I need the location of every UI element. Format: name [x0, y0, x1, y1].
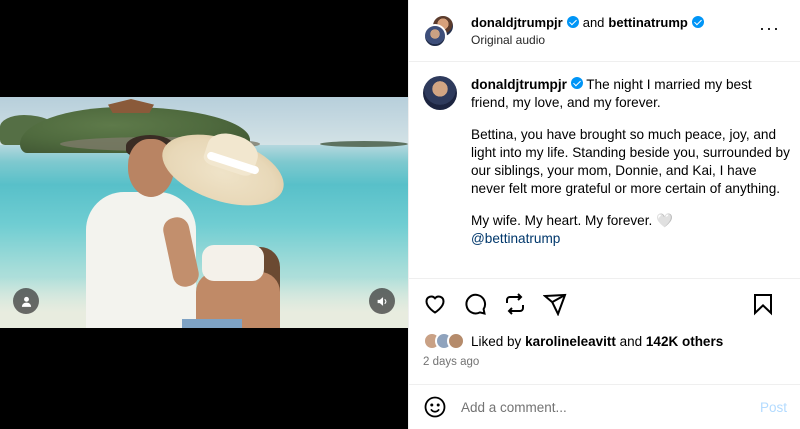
- post-comment-button[interactable]: Post: [760, 400, 787, 415]
- caption-paragraph-2: Bettina, you have brought so much peace,…: [471, 127, 790, 196]
- author-username-link[interactable]: donaldjtrumpjr: [471, 15, 563, 30]
- caption-paragraph-3: My wife. My heart. My forever. 🤍 @bettin…: [471, 212, 791, 248]
- header-authors: donaldjtrumpjr and bettinatrump: [471, 15, 704, 30]
- caption-line3: My wife. My heart. My forever.: [471, 213, 653, 228]
- avatar: [447, 332, 465, 350]
- avatar: [423, 23, 447, 48]
- post-video[interactable]: [0, 97, 408, 328]
- post-caption: donaldjtrumpjr The night I married my be…: [423, 76, 793, 248]
- bookmark-icon[interactable]: [751, 292, 775, 316]
- white-heart-emoji: 🤍: [656, 213, 674, 228]
- caption-first-paragraph: donaldjtrumpjr The night I married my be…: [471, 76, 791, 112]
- likes-prefix: Liked by: [471, 333, 522, 349]
- action-icons-row: [409, 279, 800, 329]
- more-options-icon[interactable]: ···: [759, 18, 780, 39]
- likes-count-link[interactable]: 142K others: [646, 334, 723, 349]
- comment-icon[interactable]: [463, 292, 487, 316]
- avatar[interactable]: [423, 76, 457, 110]
- likes-and: and: [619, 333, 643, 349]
- collab-avatars[interactable]: [423, 13, 457, 48]
- liker-username-link[interactable]: karolineleavitt: [525, 334, 616, 349]
- likes-summary: Liked by karolineleavitt and 142K others: [409, 329, 800, 353]
- video-island-far: [320, 141, 408, 147]
- share-icon[interactable]: [543, 292, 567, 316]
- verified-icon: [691, 16, 704, 28]
- collaborator-username-link[interactable]: bettinatrump: [608, 15, 687, 30]
- post-side-panel: donaldjtrumpjr and bettinatrump Original…: [408, 0, 800, 429]
- caption-body: donaldjtrumpjr The night I married my be…: [471, 76, 791, 248]
- audio-icon[interactable]: [369, 288, 395, 314]
- comment-bar: Post: [409, 384, 800, 429]
- verified-icon: [566, 16, 579, 28]
- mention-link[interactable]: @bettinatrump: [471, 231, 560, 246]
- liker-avatars[interactable]: [423, 332, 465, 350]
- post-actions: Liked by karolineleavitt and 142K others…: [409, 278, 800, 368]
- video-shorts: [182, 319, 242, 328]
- user-tag-icon[interactable]: [13, 288, 39, 314]
- conjunction-text: and: [582, 14, 605, 30]
- verified-icon: [570, 77, 583, 89]
- header-text: donaldjtrumpjr and bettinatrump Original…: [471, 15, 704, 47]
- instagram-post-view: donaldjtrumpjr and bettinatrump Original…: [0, 0, 800, 429]
- comment-input[interactable]: [461, 399, 750, 415]
- post-header: donaldjtrumpjr and bettinatrump Original…: [409, 0, 800, 62]
- repost-icon[interactable]: [503, 292, 527, 316]
- media-panel: [0, 0, 408, 429]
- audio-link[interactable]: Original audio: [471, 33, 704, 47]
- emoji-icon[interactable]: [423, 395, 447, 419]
- video-woman-top: [202, 245, 264, 281]
- heart-icon[interactable]: [423, 292, 447, 316]
- caption-author-link[interactable]: donaldjtrumpjr: [471, 77, 567, 92]
- post-timestamp[interactable]: 2 days ago: [409, 353, 800, 368]
